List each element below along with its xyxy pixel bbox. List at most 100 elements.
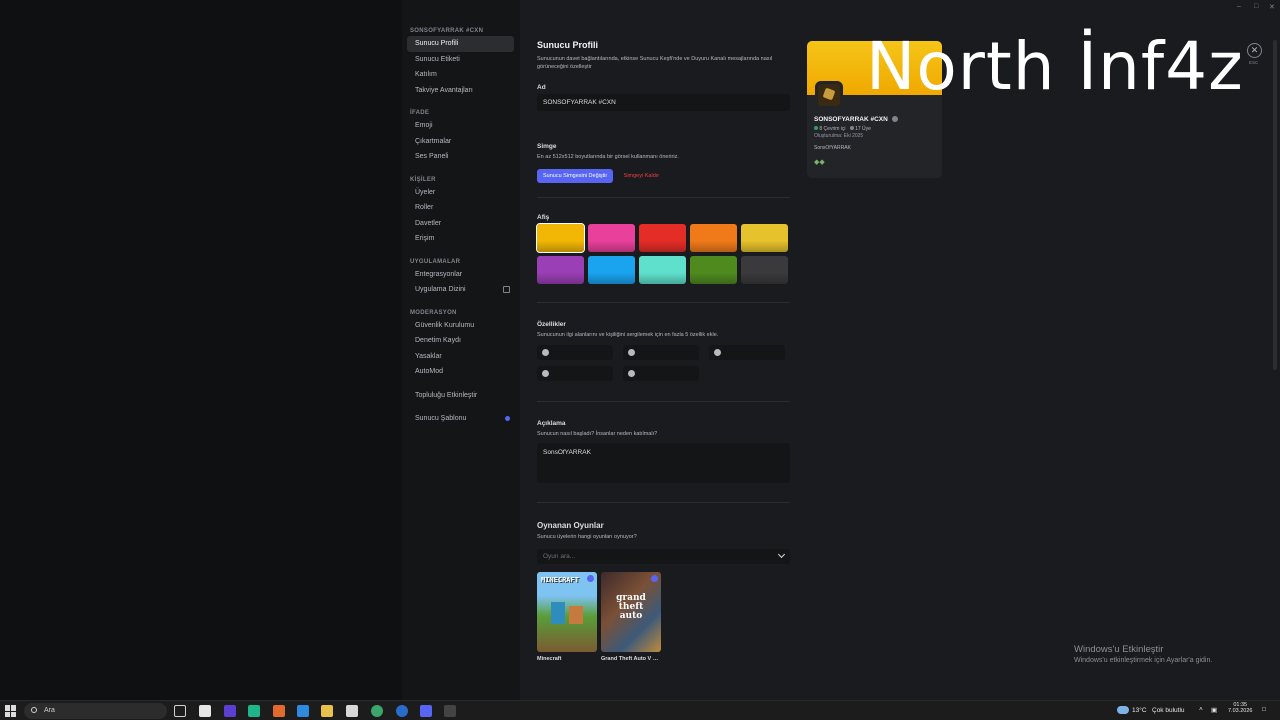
sidebar-item-automod[interactable]: AutoMod xyxy=(407,364,514,380)
trait-input[interactable] xyxy=(623,366,699,381)
traits-label: Özellikler xyxy=(537,321,566,328)
external-link-icon xyxy=(503,286,510,293)
discord-window: SONSOFYARRAK #CXN Sunucu Profili Sunucu … xyxy=(0,0,1280,700)
watermark-text: North İnf4z xyxy=(866,28,1244,105)
game-card-gta-v[interactable]: grand theft auto Grand Theft Auto V Leg.… xyxy=(601,572,661,662)
app-icon[interactable] xyxy=(273,705,285,717)
banner-color-swatch[interactable] xyxy=(537,256,584,284)
chevron-down-icon[interactable] xyxy=(777,550,786,559)
banner-color-swatch[interactable] xyxy=(588,224,635,252)
banner-color-swatch[interactable] xyxy=(639,256,686,284)
new-badge-dot xyxy=(505,416,510,421)
sidebar-item-server-tag[interactable]: Sunucu Etiketi xyxy=(407,52,514,68)
trait-input[interactable] xyxy=(709,345,785,360)
trait-input[interactable] xyxy=(623,345,699,360)
banner-label: Afiş xyxy=(537,214,550,221)
section-title-people: KİŞİLER xyxy=(410,176,436,183)
sidebar-item-onboarding[interactable]: Katılım xyxy=(407,67,514,83)
search-icon xyxy=(31,707,37,713)
server-avatar xyxy=(815,81,843,109)
close-settings-button[interactable]: ✕ xyxy=(1247,43,1262,58)
sidebar-item-soundboard[interactable]: Ses Paneli xyxy=(407,149,514,165)
banner-color-swatch[interactable] xyxy=(690,256,737,284)
notification-icon[interactable]: □ xyxy=(1262,706,1266,713)
esc-hint: ESC xyxy=(1249,60,1259,65)
sidebar-spacer xyxy=(0,0,402,700)
banner-color-swatch[interactable] xyxy=(690,224,737,252)
task-view-icon[interactable] xyxy=(174,705,186,717)
window-close-button[interactable]: ✕ xyxy=(1269,3,1275,11)
banner-color-swatch[interactable] xyxy=(536,223,585,253)
app-icon[interactable] xyxy=(444,705,456,717)
sidebar-item-app-directory[interactable]: Uygulama Dizini xyxy=(407,282,514,298)
scrollbar[interactable] xyxy=(1273,40,1277,370)
windows-start-icon[interactable] xyxy=(5,705,17,717)
banner-color-swatch[interactable] xyxy=(741,256,788,284)
about-textarea[interactable]: SonsOfYARRAK xyxy=(537,443,790,483)
change-icon-button[interactable]: Sunucu Simgesini Değiştir xyxy=(537,169,614,183)
sidebar-item-emoji[interactable]: Emoji xyxy=(407,118,514,134)
banner-color-grid xyxy=(536,223,790,284)
sidebar-item-server-template[interactable]: Sunucu Şablonu xyxy=(407,411,514,427)
settings-content: Sunucu Profili Sunucunun davet bağlantıl… xyxy=(520,0,1280,700)
app-icon[interactable] xyxy=(346,705,358,717)
selected-check-icon xyxy=(587,575,594,582)
clock[interactable]: 01:35 7.03.2026 xyxy=(1228,702,1252,714)
banner-color-swatch[interactable] xyxy=(741,224,788,252)
page-description: Sunucunun davet bağlantılarında, etkinse… xyxy=(537,56,773,70)
emoji-icon[interactable] xyxy=(628,370,635,377)
sidebar-item-roles[interactable]: Roller xyxy=(407,200,514,216)
preview-created: Oluşturulma: Eki 2025 xyxy=(814,133,864,139)
sidebar-item-stickers[interactable]: Çıkartmalar xyxy=(407,134,514,150)
game-search-placeholder: Oyun ara... xyxy=(543,553,576,560)
sidebar-item-bans[interactable]: Yasaklar xyxy=(407,349,514,365)
section-title-apps: UYGULAMALAR xyxy=(410,258,461,265)
banner-color-swatch[interactable] xyxy=(588,256,635,284)
network-icon[interactable]: ▣ xyxy=(1211,706,1217,714)
server-name-input[interactable]: SONSOFYARRAK #CXN xyxy=(537,94,790,111)
app-icon[interactable] xyxy=(199,705,211,717)
sidebar-item-enable-community[interactable]: Topluluğu Etkinleştir xyxy=(407,388,514,404)
discord-icon[interactable] xyxy=(420,705,432,717)
server-header: SONSOFYARRAK #CXN xyxy=(410,28,484,34)
sidebar-item-audit-log[interactable]: Denetim Kaydı xyxy=(407,333,514,349)
preview-stats: 8 Çevrim içi 17 Üye xyxy=(814,126,871,132)
vscode-icon[interactable] xyxy=(297,705,309,717)
page-title: Sunucu Profili xyxy=(537,40,599,50)
emoji-icon[interactable] xyxy=(714,349,721,356)
sidebar-item-access[interactable]: Erişim xyxy=(407,231,514,247)
file-explorer-icon[interactable] xyxy=(321,705,333,717)
games-label: Oynanan Oyunlar xyxy=(537,521,604,530)
weather-icon[interactable] xyxy=(1117,706,1129,714)
chrome-icon[interactable] xyxy=(371,705,383,717)
weather-temp[interactable]: 13°C xyxy=(1132,707,1147,714)
sidebar-item-server-profile[interactable]: Sunucu Profili xyxy=(407,36,514,52)
banner-color-swatch[interactable] xyxy=(639,224,686,252)
app-icon[interactable] xyxy=(248,705,260,717)
online-dot-icon xyxy=(814,126,818,130)
games-description: Sunucu üyelerin hangi oyunları oynuyor? xyxy=(537,534,637,540)
sidebar-item-label: Uygulama Dizini xyxy=(415,286,466,293)
app-icon[interactable] xyxy=(224,705,236,717)
sidebar-item-members[interactable]: Üyeler xyxy=(407,185,514,201)
minimize-button[interactable]: – xyxy=(1237,3,1241,10)
game-card-minecraft[interactable]: MINECRAFT Minecraft xyxy=(537,572,597,662)
maximize-button[interactable]: □ xyxy=(1254,3,1258,10)
gta-logo: grand theft auto xyxy=(616,593,646,621)
trait-input[interactable] xyxy=(537,366,613,381)
chevron-up-icon[interactable]: ˄ xyxy=(1199,706,1203,713)
preview-traits-icon: ◆◆ xyxy=(814,159,825,166)
emoji-icon[interactable] xyxy=(542,349,549,356)
weather-desc[interactable]: Çok bulutlu xyxy=(1152,707,1185,714)
remove-icon-button[interactable]: Simgeyi Kaldır xyxy=(618,169,665,183)
app-icon[interactable] xyxy=(396,705,408,717)
trait-input[interactable] xyxy=(537,345,613,360)
emoji-icon[interactable] xyxy=(628,349,635,356)
emoji-icon[interactable] xyxy=(542,370,549,377)
sidebar-item-invites[interactable]: Davetler xyxy=(407,216,514,232)
game-search-input[interactable]: Oyun ara... xyxy=(537,549,790,564)
sidebar-item-integrations[interactable]: Entegrasyonlar xyxy=(407,267,514,283)
sidebar-item-boost-perks[interactable]: Takviye Avantajları xyxy=(407,83,514,99)
sidebar-item-safety-setup[interactable]: Güvenlik Kurulumu xyxy=(407,318,514,334)
taskbar-search[interactable]: Ara xyxy=(24,703,167,719)
